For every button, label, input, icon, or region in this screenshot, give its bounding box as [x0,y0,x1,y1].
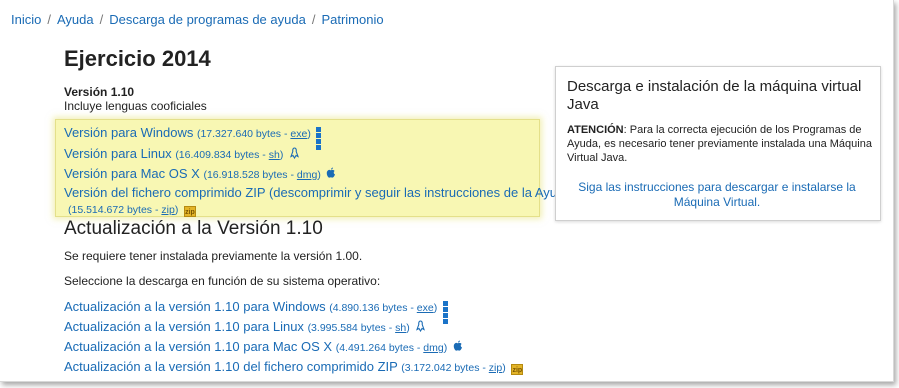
breadcrumb-patrimonio[interactable]: Patrimonio [321,12,383,27]
update-mac-ext[interactable]: dmg [423,342,443,354]
update-zip-label[interactable]: Actualización a la versión 1.10 del fich… [64,359,398,374]
download-windows-ext[interactable]: exe [290,128,307,140]
java-card-attention: ATENCIÓN: Para la correcta ejecución de … [567,123,872,165]
java-instructions-link[interactable]: Siga las instrucciones para descargar e … [567,180,867,210]
download-zip-meta: (15.514.672 bytes - zip) [68,204,179,216]
download-mac-meta: (16.918.528 bytes - dmg) [203,169,321,181]
breadcrumb-inicio[interactable]: Inicio [11,12,41,27]
update-linux-label[interactable]: Actualización a la versión 1.10 para Lin… [64,319,304,334]
version-label: Versión 1.10 [64,85,135,99]
update-linux-link[interactable]: Actualización a la versión 1.10 para Lin… [64,319,426,334]
windows-icon [442,301,454,324]
linux-icon [416,320,426,332]
update-note: Se requiere tener instalada previamente … [64,249,363,263]
download-mac-link[interactable]: Versión para Mac OS X (16.918.528 bytes … [64,166,336,181]
download-linux-meta: (16.409.834 bytes - sh) [175,149,284,161]
page-title: Ejercicio 2014 [64,46,211,71]
update-windows-link[interactable]: Actualización a la versión 1.10 para Win… [64,299,454,324]
breadcrumb-descarga[interactable]: Descarga de programas de ayuda [109,12,306,27]
java-info-card: Descarga e instalación de la máquina vir… [555,66,881,221]
breadcrumb: Inicio / Ayuda / Descarga de programas de ay… [11,12,384,27]
download-linux-ext[interactable]: sh [269,149,280,161]
download-mac-label[interactable]: Versión para Mac OS X [64,166,200,181]
version-subtitle: Incluye lenguas cooficiales [64,99,207,113]
download-windows-meta: (17.327.640 bytes - exe) [196,128,311,140]
breadcrumb-separator: / [99,12,104,27]
update-zip-ext[interactable]: zip [489,362,502,374]
download-zip-link[interactable]: Versión del fichero comprimido ZIP (desc… [64,185,576,200]
update-select-text: Seleccione la descarga en función de su … [64,274,381,288]
attention-label: ATENCIÓN [567,124,624,136]
download-windows-link[interactable]: Versión para Windows (17.327.640 bytes -… [64,125,327,150]
zip-icon: zip [183,206,196,217]
update-linux-ext[interactable]: sh [395,322,406,334]
breadcrumb-separator: / [47,12,51,27]
update-mac-meta: (4.491.264 bytes - dmg) [335,342,448,354]
linux-icon [289,147,299,159]
update-windows-ext[interactable]: exe [417,302,434,314]
download-linux-label[interactable]: Versión para Linux [64,146,172,161]
apple-icon [327,167,336,178]
page-frame: Inicio / Ayuda / Descarga de programas de ay… [0,0,894,382]
update-windows-meta: (4.890.136 bytes - exe) [329,302,438,314]
download-windows-label[interactable]: Versión para Windows [64,125,193,140]
update-mac-link[interactable]: Actualización a la versión 1.10 para Mac… [64,339,463,354]
download-zip-label[interactable]: Versión del fichero comprimido ZIP (desc… [64,185,576,200]
java-card-title: Descarga e instalación de la máquina vir… [567,78,862,113]
download-mac-ext[interactable]: dmg [297,169,317,181]
download-zip-ext[interactable]: zip [161,204,174,216]
update-zip-meta: (3.172.042 bytes - zip) [401,362,506,374]
update-heading: Actualización a la Versión 1.10 [64,218,323,239]
update-zip-link[interactable]: Actualización a la versión 1.10 del fich… [64,359,524,375]
zip-icon: zip [511,364,524,375]
download-linux-link[interactable]: Versión para Linux (16.409.834 bytes - s… [64,146,300,161]
update-linux-meta: (3.995.584 bytes - sh) [307,322,410,334]
breadcrumb-separator: / [311,12,316,27]
breadcrumb-ayuda[interactable]: Ayuda [57,12,94,27]
update-mac-label[interactable]: Actualización a la versión 1.10 para Mac… [64,339,332,354]
update-windows-label[interactable]: Actualización a la versión 1.10 para Win… [64,299,326,314]
windows-icon [316,127,327,150]
apple-icon [453,340,462,351]
download-zip-meta-line: (15.514.672 bytes - zip) zip [68,201,196,217]
